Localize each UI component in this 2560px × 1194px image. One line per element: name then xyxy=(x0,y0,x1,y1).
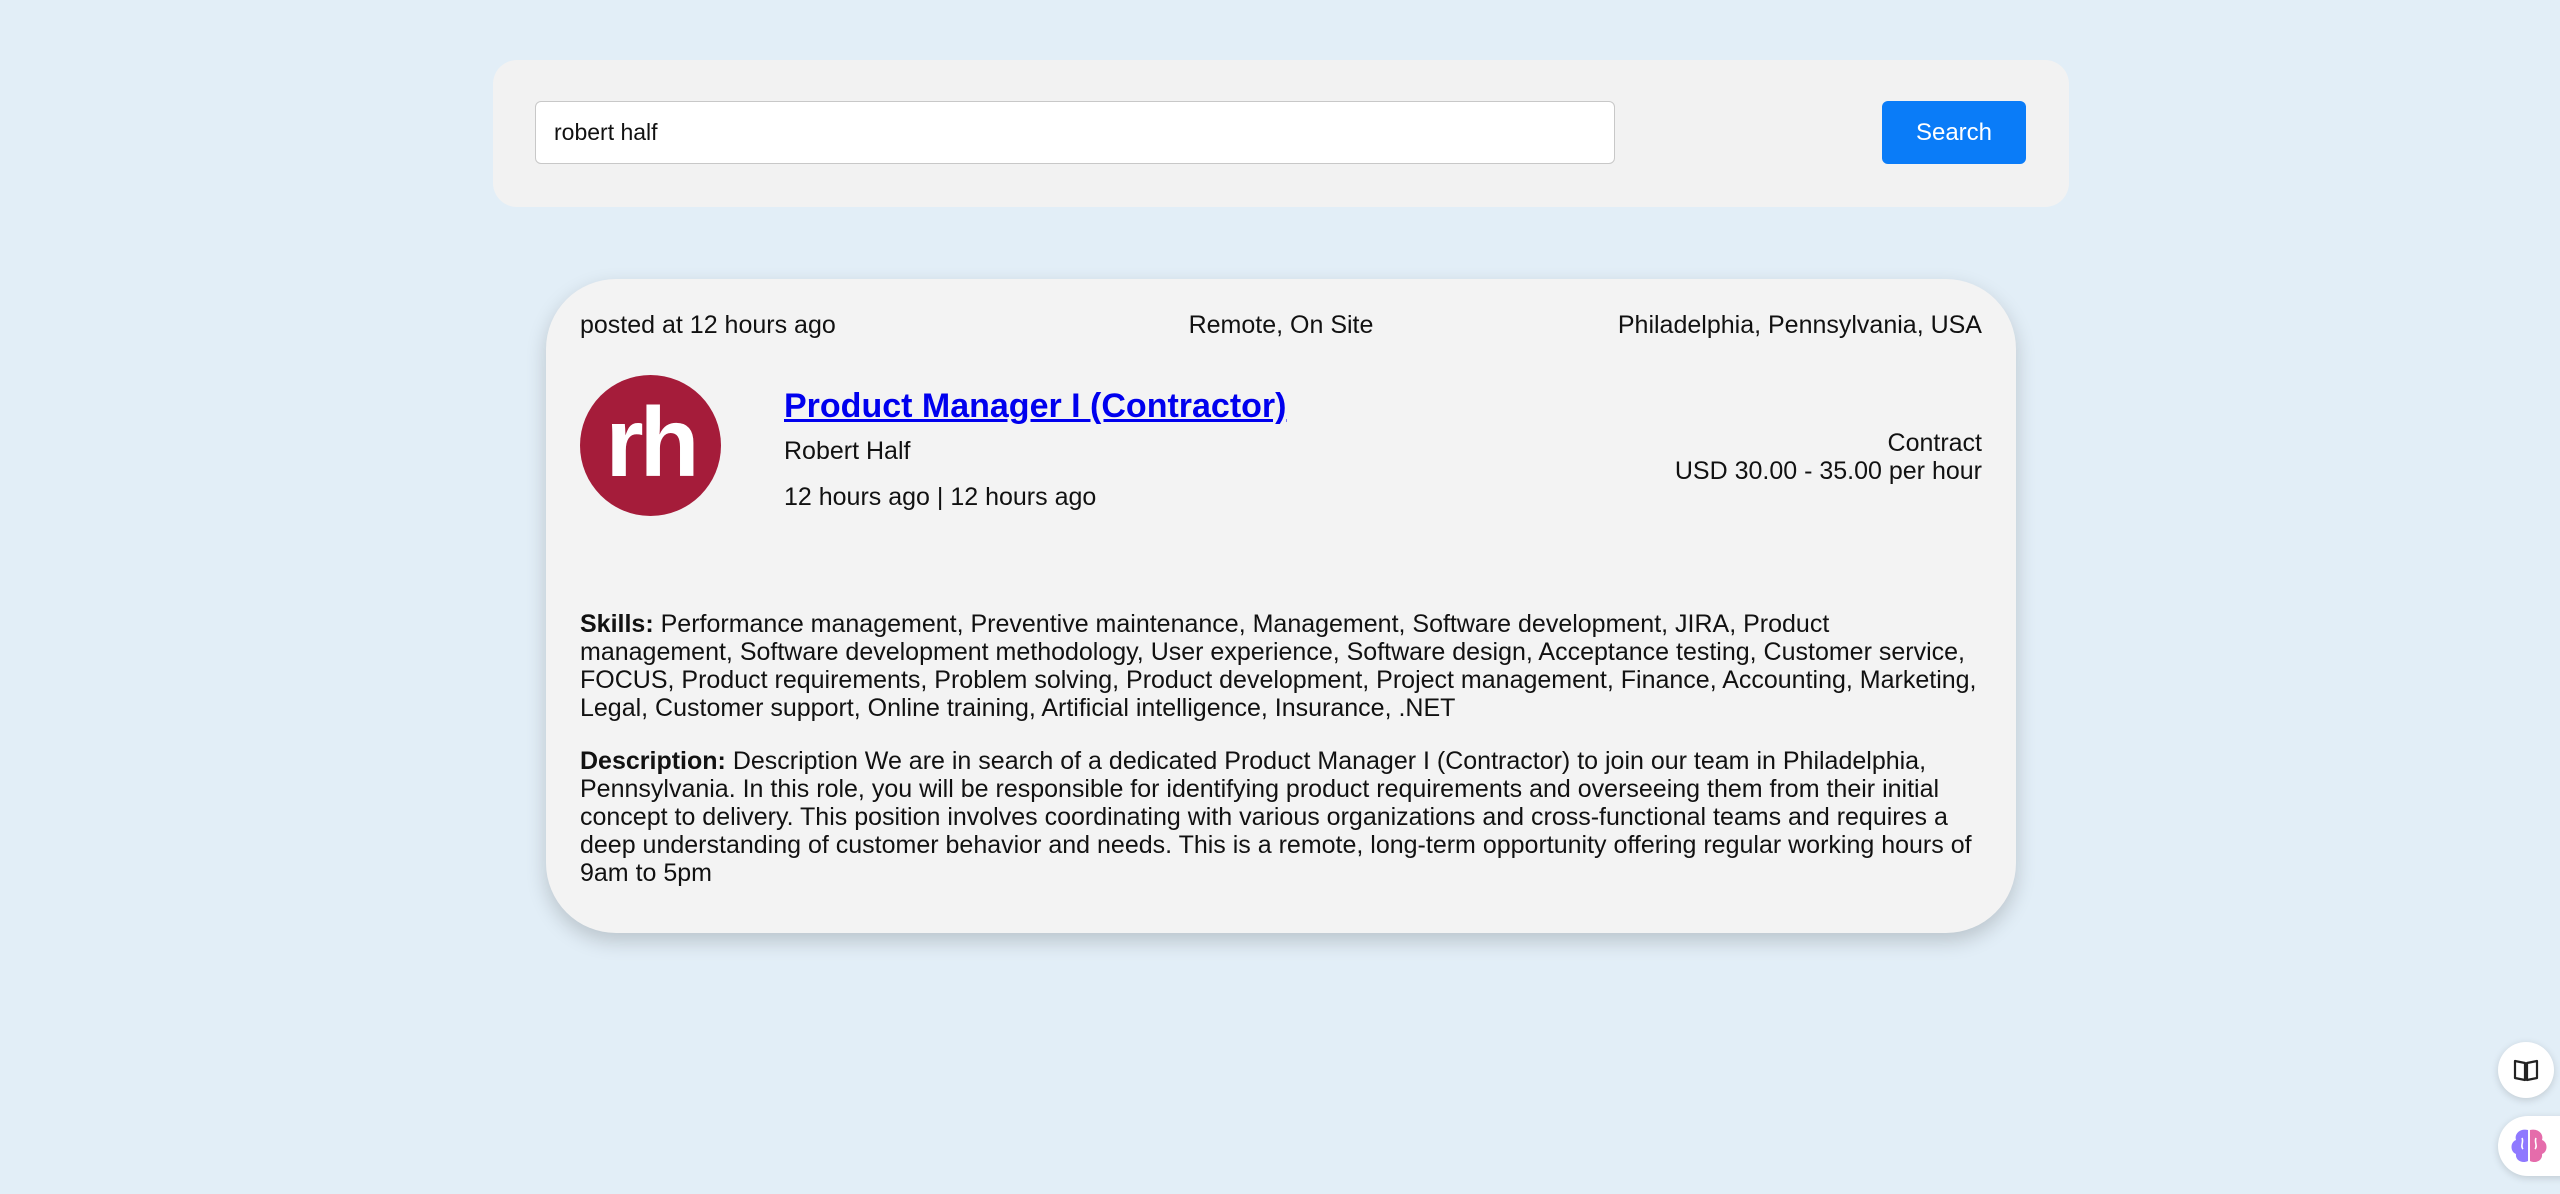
skills-section: Skills: Performance management, Preventi… xyxy=(580,610,1980,722)
book-icon xyxy=(2513,1059,2539,1082)
search-panel: Search xyxy=(493,60,2069,207)
salary-range: USD 30.00 - 35.00 per hour xyxy=(1674,457,1982,485)
company-logo: rh xyxy=(580,375,721,516)
brain-button[interactable] xyxy=(2498,1116,2560,1176)
job-location: Philadelphia, Pennsylvania, USA xyxy=(1617,311,1982,339)
skills-list: Performance management, Preventive maint… xyxy=(580,610,1977,722)
job-title-link[interactable]: Product Manager I (Contractor) xyxy=(784,389,1286,423)
job-dates: 12 hours ago | 12 hours ago xyxy=(784,483,1097,511)
employment-info: Contract USD 30.00 - 35.00 per hour xyxy=(1675,429,1982,485)
search-input[interactable] xyxy=(535,101,1615,164)
description-text: Description We are in search of a dedica… xyxy=(580,747,1972,887)
job-card: posted at 12 hours ago Remote, On Site P… xyxy=(546,279,2016,933)
description-label: Description: xyxy=(580,747,726,775)
skills-label: Skills: xyxy=(580,610,654,638)
book-button[interactable] xyxy=(2498,1042,2554,1098)
company-name: Robert Half xyxy=(784,437,911,465)
search-button[interactable]: Search xyxy=(1882,101,2026,164)
employment-type: Contract xyxy=(1887,429,1982,457)
description-section: Description: Description We are in searc… xyxy=(580,747,1980,887)
brain-icon xyxy=(2511,1129,2547,1163)
company-logo-text: rh xyxy=(605,387,700,497)
